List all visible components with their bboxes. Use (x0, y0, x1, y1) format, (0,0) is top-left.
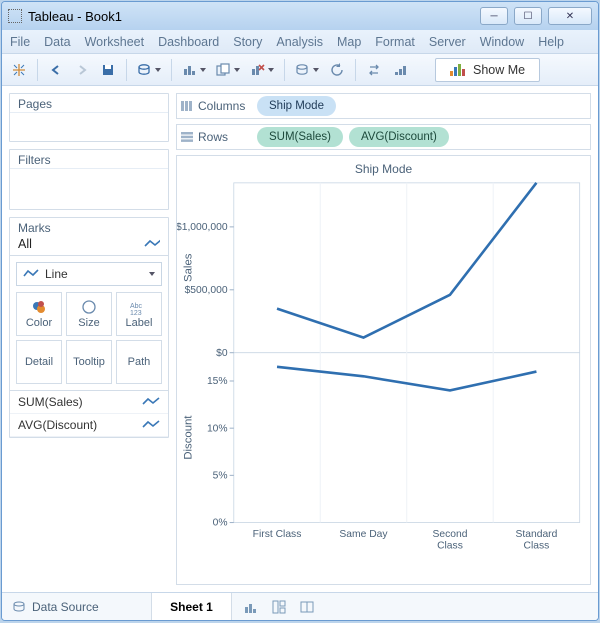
line-icon (23, 269, 39, 279)
menu-format[interactable]: Format (375, 35, 415, 49)
path-button[interactable]: Path (116, 340, 162, 384)
marks-all-row[interactable]: All (10, 235, 168, 256)
color-button[interactable]: Color (16, 292, 62, 336)
chart-canvas: $0 $500,000 $1,000,000 0% 5% 10% 15% First Clas… (177, 156, 590, 569)
svg-text:15%: 15% (207, 376, 228, 387)
svg-text:Discount: Discount (182, 415, 194, 460)
show-me-icon (450, 64, 465, 76)
back-button[interactable] (45, 58, 67, 82)
sort-asc-button[interactable] (389, 58, 411, 82)
columns-icon (181, 101, 193, 111)
menu-story[interactable]: Story (233, 35, 262, 49)
menu-window[interactable]: Window (480, 35, 524, 49)
svg-text:123: 123 (130, 310, 142, 315)
show-me-button[interactable]: Show Me (435, 58, 540, 82)
svg-text:Standard: Standard (516, 529, 558, 540)
marks-measure-discount[interactable]: AVG(Discount) (10, 414, 168, 437)
columns-label: Columns (198, 99, 245, 113)
menu-data[interactable]: Data (44, 35, 70, 49)
clear-button[interactable] (247, 58, 277, 82)
filters-label: Filters (10, 150, 168, 169)
rows-icon (181, 132, 193, 142)
svg-text:Abc: Abc (130, 303, 143, 310)
menu-map[interactable]: Map (337, 35, 361, 49)
refresh-button[interactable] (326, 58, 348, 82)
data-source-label: Data Source (32, 600, 99, 614)
datasource-icon (12, 600, 26, 614)
minimize-button[interactable]: ─ (480, 7, 508, 25)
rows-label: Rows (198, 130, 228, 144)
columns-shelf[interactable]: Columns Ship Mode (176, 93, 591, 119)
svg-text:First Class: First Class (253, 529, 302, 540)
svg-text:Second: Second (432, 529, 467, 540)
menu-help[interactable]: Help (538, 35, 564, 49)
datasource-button[interactable] (134, 58, 164, 82)
menu-dashboard[interactable]: Dashboard (158, 35, 219, 49)
pages-label: Pages (10, 94, 168, 113)
duplicate-button[interactable] (213, 58, 243, 82)
label-button[interactable]: Abc123Label (116, 292, 162, 336)
maximize-button[interactable]: ☐ (514, 7, 542, 25)
show-me-label: Show Me (473, 63, 525, 77)
pill-ship-mode[interactable]: Ship Mode (257, 96, 336, 116)
menu-worksheet[interactable]: Worksheet (85, 35, 145, 49)
menu-server[interactable]: Server (429, 35, 466, 49)
new-dashboard-icon[interactable] (272, 600, 286, 614)
pill-avg-discount[interactable]: AVG(Discount) (349, 127, 449, 147)
line-icon (142, 420, 160, 430)
rows-shelf[interactable]: Rows SUM(Sales) AVG(Discount) (176, 124, 591, 150)
toolbar: Show Me (2, 54, 598, 86)
marks-label: Marks (10, 218, 168, 235)
save-button[interactable] (97, 58, 119, 82)
marks-measure-sales[interactable]: SUM(Sales) (10, 391, 168, 414)
menu-file[interactable]: File (10, 35, 30, 49)
swap-button[interactable] (363, 58, 385, 82)
detail-button[interactable]: Detail (16, 340, 62, 384)
app-icon (8, 9, 22, 23)
svg-text:Class: Class (524, 540, 550, 551)
chevron-down-icon (149, 272, 155, 276)
visualization-pane[interactable]: Ship Mode $0$500,000$1,000,0000%5%10%15%… (176, 155, 591, 585)
menubar: File Data Worksheet Dashboard Story Anal… (2, 30, 598, 54)
svg-text:$1,000,000: $1,000,000 (177, 222, 228, 233)
data-source-tab[interactable]: Data Source (2, 593, 152, 620)
svg-text:Class: Class (437, 540, 463, 551)
svg-text:$0: $0 (216, 348, 228, 359)
size-button[interactable]: Size (66, 292, 112, 336)
mark-type-dropdown[interactable]: Line (16, 262, 162, 286)
svg-text:5%: 5% (213, 470, 228, 481)
pages-shelf[interactable]: Pages (9, 93, 169, 142)
marks-card: Marks All Line Color Size Abc123Label De… (9, 217, 169, 438)
tooltip-button[interactable]: Tooltip (66, 340, 112, 384)
menu-analysis[interactable]: Analysis (276, 35, 323, 49)
statusbar: Data Source Sheet 1 (2, 592, 598, 620)
line-icon (144, 239, 160, 249)
marks-all-label: All (18, 237, 32, 251)
sheet-tab[interactable]: Sheet 1 (152, 593, 232, 620)
window-title: Tableau - Book1 (28, 9, 122, 24)
filters-shelf[interactable]: Filters (9, 149, 169, 210)
titlebar[interactable]: Tableau - Book1 ─ ☐ ✕ (2, 2, 598, 30)
svg-text:Sales: Sales (182, 253, 194, 282)
svg-text:10%: 10% (207, 423, 228, 434)
svg-text:Same Day: Same Day (339, 529, 388, 540)
tableau-logo-icon[interactable] (8, 58, 30, 82)
autoupdate-button[interactable] (292, 58, 322, 82)
new-worksheet-icon[interactable] (244, 600, 258, 614)
svg-text:0%: 0% (213, 518, 228, 529)
svg-text:$500,000: $500,000 (185, 285, 228, 296)
forward-button[interactable] (71, 58, 93, 82)
close-button[interactable]: ✕ (548, 7, 592, 25)
new-story-icon[interactable] (300, 600, 314, 614)
pill-sum-sales[interactable]: SUM(Sales) (257, 127, 343, 147)
line-icon (142, 397, 160, 407)
new-worksheet-button[interactable] (179, 58, 209, 82)
mark-type-label: Line (45, 267, 68, 281)
